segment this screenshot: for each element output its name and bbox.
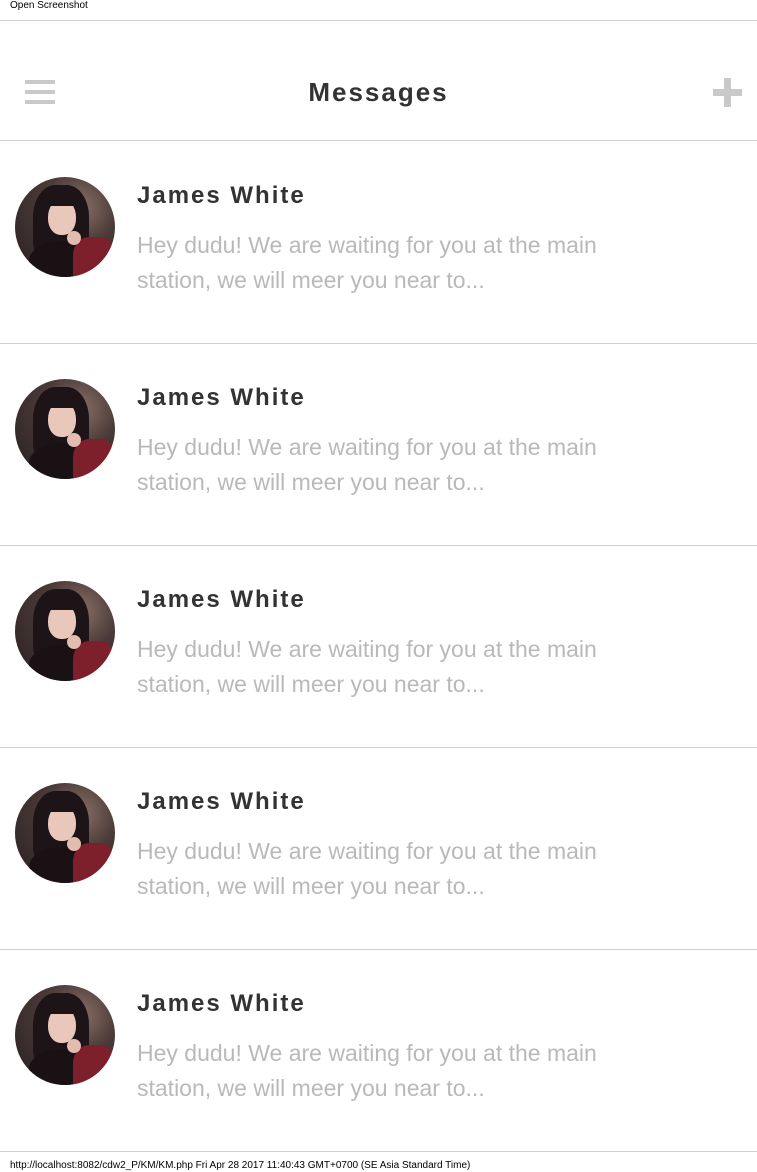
sender-name: James White xyxy=(137,586,306,613)
print-footer: http://localhost:8082/cdw2_P/KM/KM.php F… xyxy=(10,1160,471,1171)
sender-name: James White xyxy=(137,990,306,1017)
message-item[interactable]: James White Hey dudu! We are waiting for… xyxy=(0,546,757,748)
message-item[interactable]: James White Hey dudu! We are waiting for… xyxy=(0,950,757,1152)
avatar xyxy=(15,985,115,1085)
message-item[interactable]: James White Hey dudu! We are waiting for… xyxy=(0,142,757,344)
sender-name: James White xyxy=(137,384,306,411)
message-preview: Hey dudu! We are waiting for you at the … xyxy=(137,1040,597,1101)
message-preview: Hey dudu! We are waiting for you at the … xyxy=(137,636,597,697)
avatar xyxy=(15,379,115,479)
app-bar: Messages xyxy=(0,21,757,141)
plus-icon-vertical xyxy=(724,78,731,107)
sender-name: James White xyxy=(137,788,306,815)
message-preview: Hey dudu! We are waiting for you at the … xyxy=(137,232,597,293)
avatar xyxy=(15,177,115,277)
plus-icon[interactable] xyxy=(713,78,742,107)
message-preview: Hey dudu! We are waiting for you at the … xyxy=(137,838,597,899)
message-preview: Hey dudu! We are waiting for you at the … xyxy=(137,434,597,495)
avatar xyxy=(15,581,115,681)
print-header: Open Screenshot xyxy=(10,0,88,11)
message-item[interactable]: James White Hey dudu! We are waiting for… xyxy=(0,344,757,546)
message-item[interactable]: James White Hey dudu! We are waiting for… xyxy=(0,748,757,950)
avatar xyxy=(15,783,115,883)
sender-name: James White xyxy=(137,182,306,209)
page-title: Messages xyxy=(308,77,449,107)
message-list: James White Hey dudu! We are waiting for… xyxy=(0,142,757,1152)
